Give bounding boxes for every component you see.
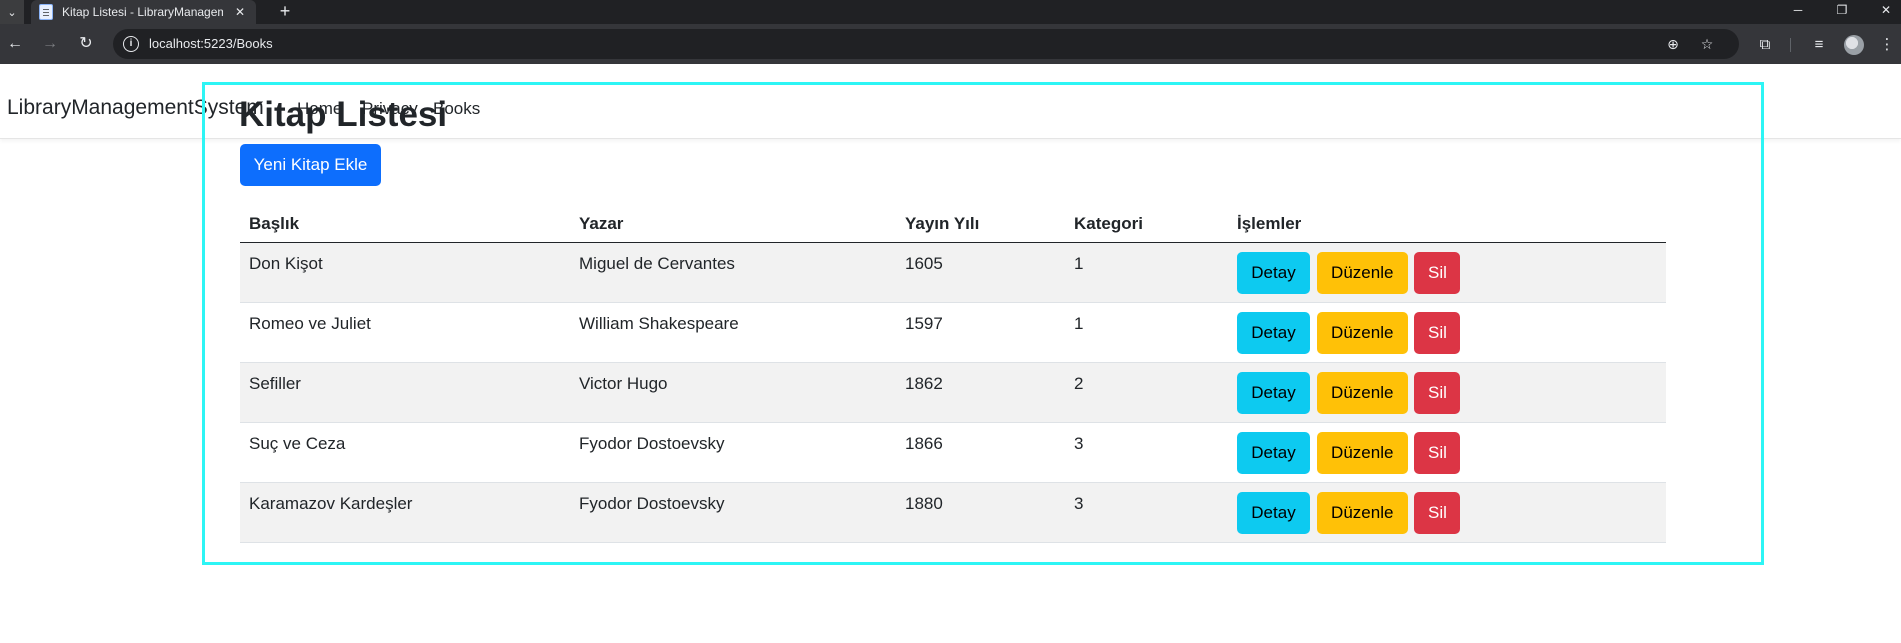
cell-category: 3: [1065, 422, 1228, 483]
cell-title: Romeo ve Juliet: [240, 302, 570, 363]
back-icon[interactable]: ←: [3, 32, 27, 56]
extensions-icon[interactable]: ⧉: [1754, 34, 1776, 56]
table-row: Romeo ve Juliet William Shakespeare 1597…: [240, 302, 1666, 363]
tab-title: Kitap Listesi - LibraryManageme: [62, 5, 223, 19]
cell-author: Fyodor Dostoevsky: [570, 422, 896, 483]
column-header-author: Yazar: [570, 206, 896, 243]
detail-button[interactable]: Detay: [1237, 491, 1310, 534]
tab-close-icon[interactable]: ✕: [232, 5, 248, 19]
cell-actions: Detay Düzenle Sil: [1228, 422, 1666, 483]
media-control-icon[interactable]: ≡: [1808, 34, 1830, 56]
delete-button[interactable]: Sil: [1414, 491, 1461, 534]
toolbar-divider: [1790, 38, 1791, 52]
books-table: Başlık Yazar Yayın Yılı Kategori İşlemle…: [240, 206, 1666, 543]
page-favicon-icon: [39, 4, 53, 20]
table-row: Karamazov Kardeşler Fyodor Dostoevsky 18…: [240, 482, 1666, 543]
detail-button[interactable]: Detay: [1237, 251, 1310, 294]
delete-button[interactable]: Sil: [1414, 251, 1461, 294]
column-header-year: Yayın Yılı: [896, 206, 1065, 243]
cell-year: 1597: [896, 302, 1065, 363]
page-title: Kitap Listesi: [239, 95, 448, 134]
browser-tab[interactable]: Kitap Listesi - LibraryManageme ✕: [31, 0, 256, 24]
cell-category: 3: [1065, 482, 1228, 543]
edit-button[interactable]: Düzenle: [1316, 431, 1408, 474]
restore-icon[interactable]: ❐: [1820, 0, 1864, 24]
tab-search-icon[interactable]: ⌄: [0, 0, 24, 24]
table-row: Don Kişot Miguel de Cervantes 1605 1 Det…: [240, 242, 1666, 303]
detail-button[interactable]: Detay: [1237, 311, 1310, 354]
table-row: Suç ve Ceza Fyodor Dostoevsky 1866 3 Det…: [240, 422, 1666, 483]
close-window-icon[interactable]: ✕: [1864, 0, 1901, 24]
detail-button[interactable]: Detay: [1237, 371, 1310, 414]
column-header-category: Kategori: [1065, 206, 1228, 243]
forward-icon[interactable]: →: [38, 32, 62, 56]
reload-icon[interactable]: ↻: [74, 32, 98, 56]
table-header-row: Başlık Yazar Yayın Yılı Kategori İşlemle…: [240, 206, 1666, 243]
cell-year: 1862: [896, 362, 1065, 423]
url-text[interactable]: localhost:5223/Books: [149, 29, 273, 59]
site-info-icon[interactable]: i: [123, 36, 139, 52]
delete-button[interactable]: Sil: [1414, 311, 1461, 354]
cell-actions: Detay Düzenle Sil: [1228, 242, 1666, 303]
zoom-icon[interactable]: ⊕: [1663, 34, 1683, 54]
column-header-title: Başlık: [240, 206, 570, 243]
browser-menu-icon[interactable]: ⋮: [1876, 34, 1898, 56]
cell-title: Don Kişot: [240, 242, 570, 303]
cell-year: 1605: [896, 242, 1065, 303]
cell-author: Victor Hugo: [570, 362, 896, 423]
cell-author: William Shakespeare: [570, 302, 896, 363]
cell-actions: Detay Düzenle Sil: [1228, 482, 1666, 543]
cell-category: 2: [1065, 362, 1228, 423]
cell-actions: Detay Düzenle Sil: [1228, 362, 1666, 423]
delete-button[interactable]: Sil: [1414, 371, 1461, 414]
cell-title: Sefiller: [240, 362, 570, 423]
delete-button[interactable]: Sil: [1414, 431, 1461, 474]
table-row: Sefiller Victor Hugo 1862 2 Detay Düzenl…: [240, 362, 1666, 423]
cell-author: Fyodor Dostoevsky: [570, 482, 896, 543]
cell-year: 1866: [896, 422, 1065, 483]
bookmark-star-icon[interactable]: ☆: [1697, 34, 1717, 54]
cell-title: Suç ve Ceza: [240, 422, 570, 483]
cell-category: 1: [1065, 302, 1228, 363]
edit-button[interactable]: Düzenle: [1316, 311, 1408, 354]
minimize-icon[interactable]: ─: [1776, 0, 1820, 24]
browser-toolbar: ← → ↻ i localhost:5223/Books ⊕ ☆ ⧉ ≡ ⋮: [0, 24, 1901, 64]
add-book-button[interactable]: Yeni Kitap Ekle: [240, 144, 381, 186]
detail-button[interactable]: Detay: [1237, 431, 1310, 474]
cell-title: Karamazov Kardeşler: [240, 482, 570, 543]
column-header-actions: İşlemler: [1228, 206, 1666, 243]
new-tab-icon[interactable]: +: [274, 0, 296, 24]
cell-author: Miguel de Cervantes: [570, 242, 896, 303]
edit-button[interactable]: Düzenle: [1316, 251, 1408, 294]
edit-button[interactable]: Düzenle: [1316, 371, 1408, 414]
cell-category: 1: [1065, 242, 1228, 303]
edit-button[interactable]: Düzenle: [1316, 491, 1408, 534]
profile-avatar-icon[interactable]: [1844, 35, 1864, 55]
cell-actions: Detay Düzenle Sil: [1228, 302, 1666, 363]
address-bar[interactable]: i localhost:5223/Books ⊕ ☆: [113, 29, 1739, 59]
browser-tabstrip: ⌄ Kitap Listesi - LibraryManageme ✕ + ─ …: [0, 0, 1901, 24]
cell-year: 1880: [896, 482, 1065, 543]
